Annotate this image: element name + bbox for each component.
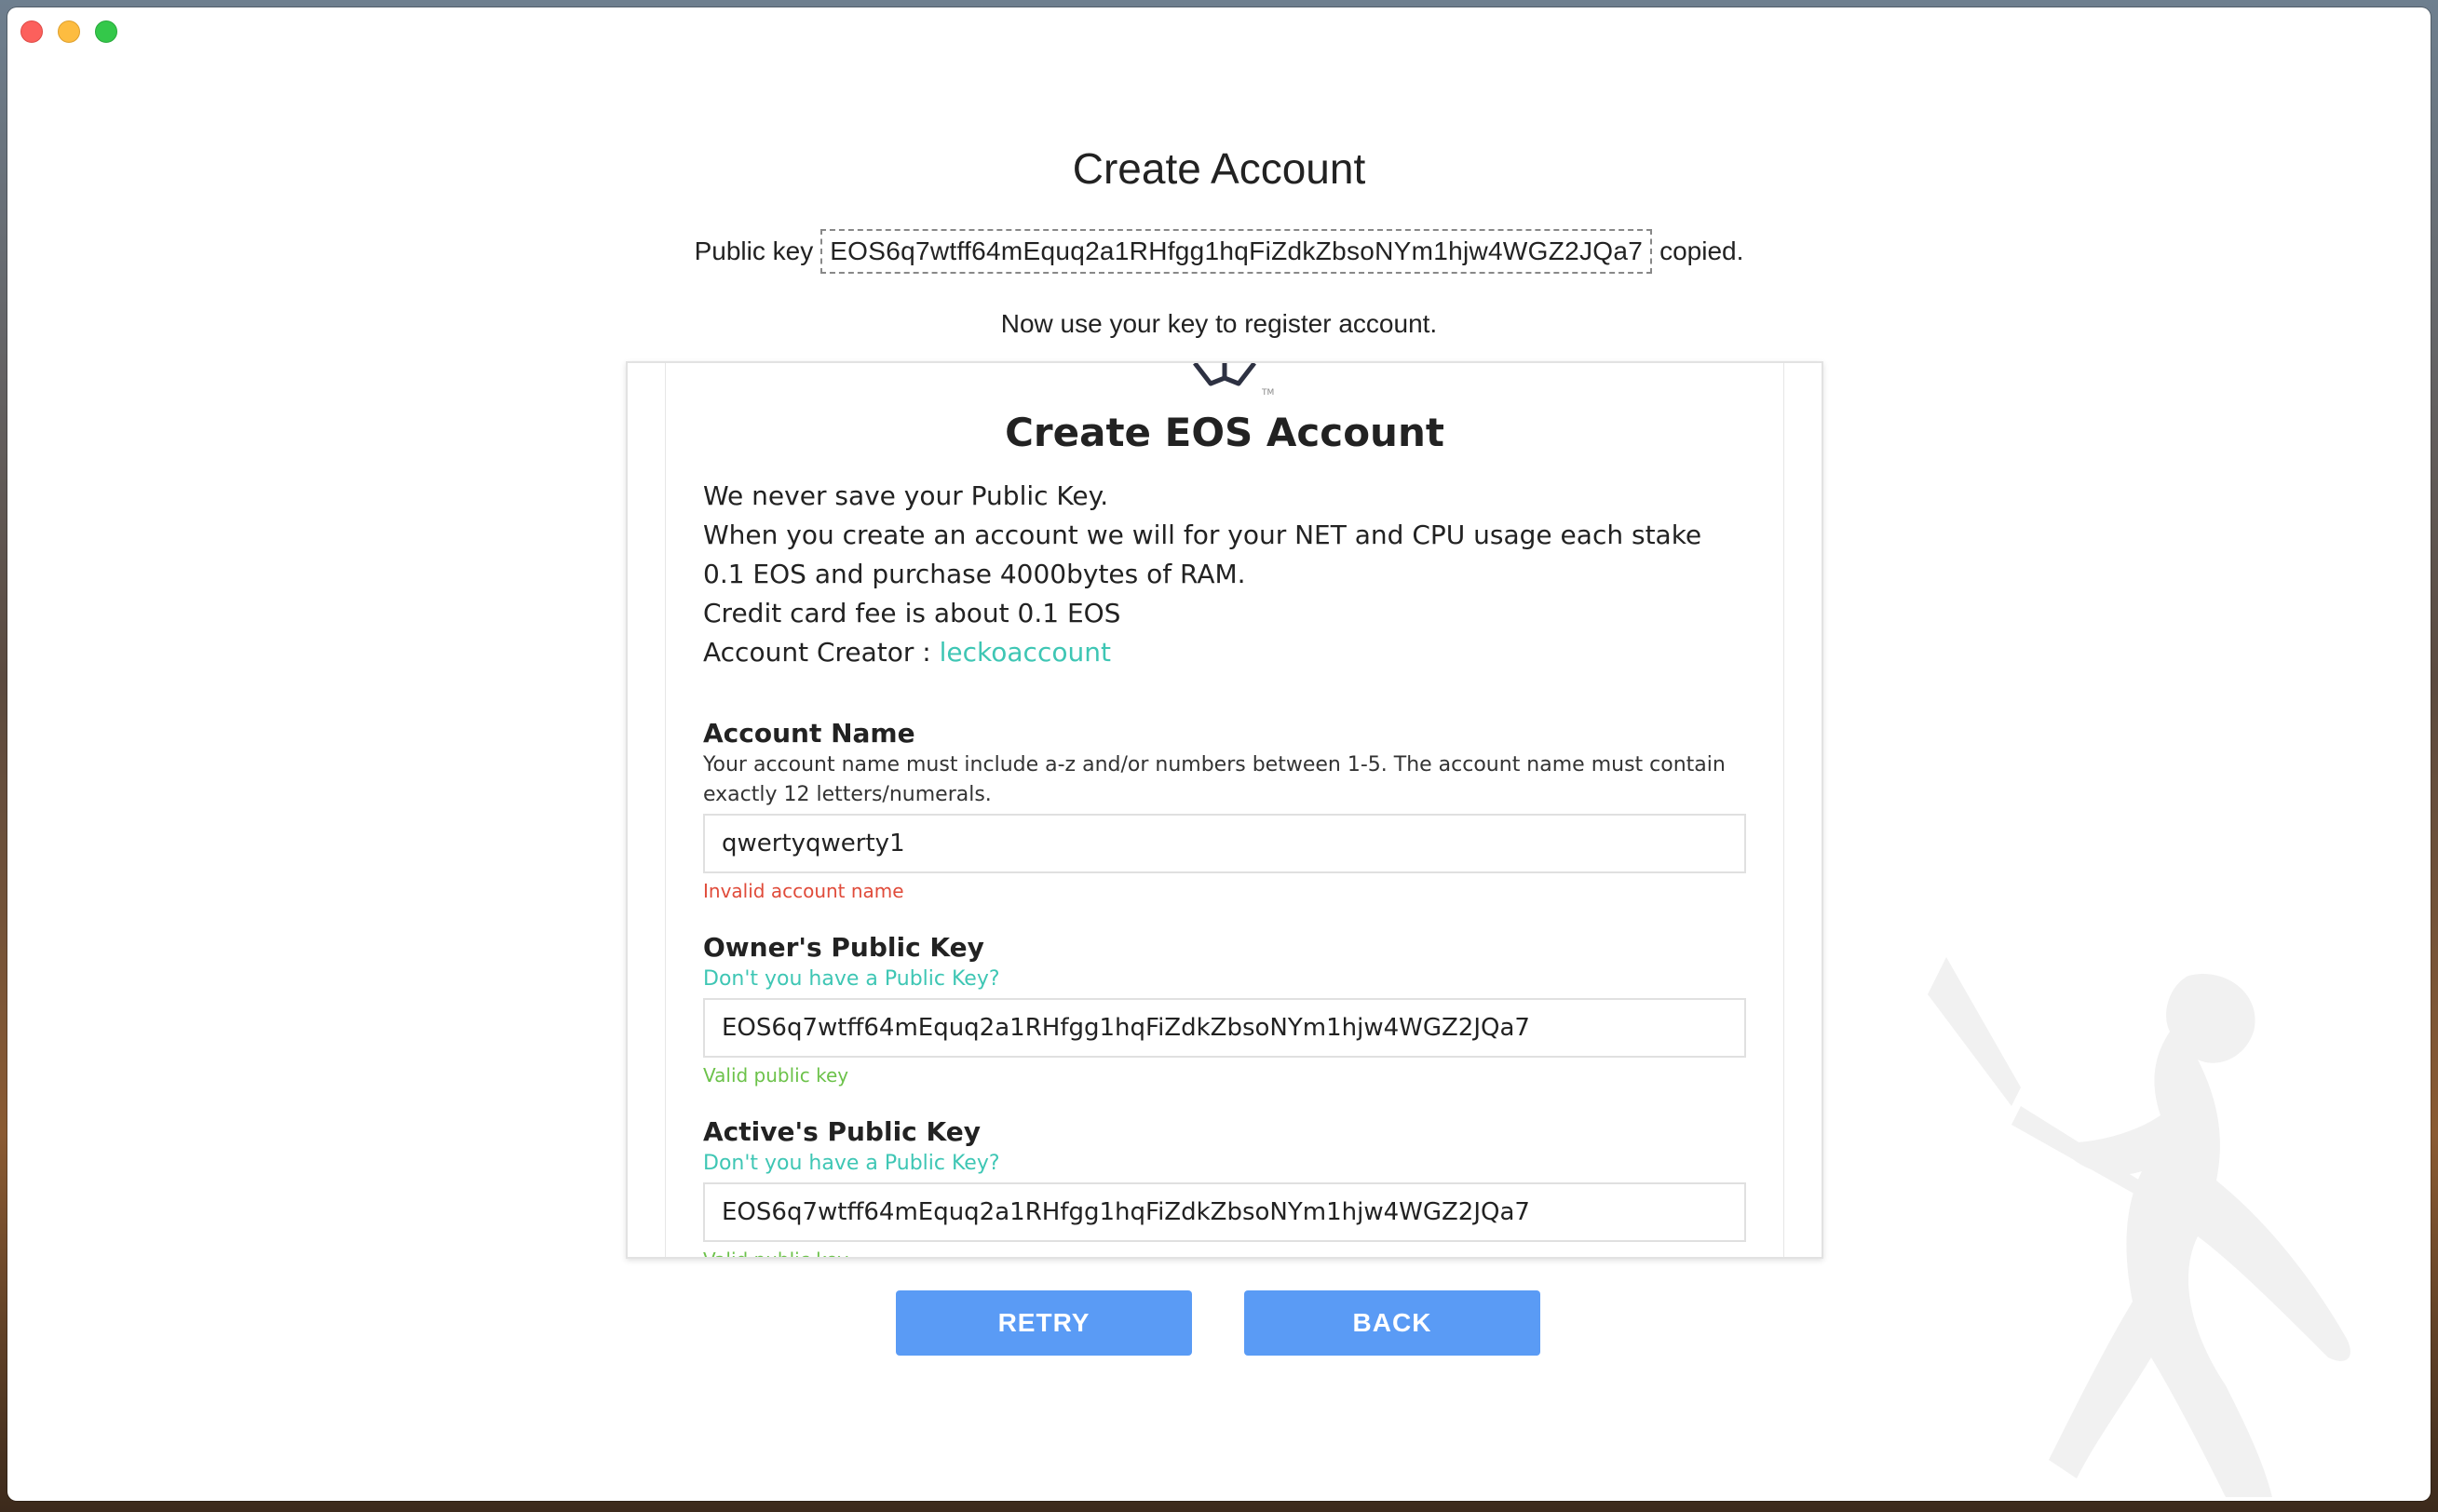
account-creator-line: Account Creator : leckoaccount (703, 633, 1746, 672)
window-controls (20, 20, 117, 43)
register-instruction: Now use your key to register account. (1000, 309, 1438, 338)
brand-logo-icon: TM (1193, 363, 1274, 397)
zoom-window-button[interactable] (95, 20, 117, 43)
active-key-valid: Valid public key (703, 1246, 1746, 1257)
svg-text:TM: TM (1261, 388, 1274, 397)
app-window: Create Account Public key EOS6q7wtff64mE… (7, 7, 2431, 1501)
active-key-group: Active's Public Key Don't you have a Pub… (703, 1115, 1746, 1257)
account-creator-link[interactable]: leckoaccount (940, 637, 1111, 668)
copied-public-key[interactable]: EOS6q7wtff64mEquq2a1RHfgg1hqFiZdkZbsoNYm… (820, 229, 1653, 274)
active-key-help-link[interactable]: Don't you have a Public Key? (703, 1149, 1746, 1179)
registration-frame[interactable]: TM Create EOS Account We never save your… (626, 361, 1823, 1259)
public-key-label: Public key (694, 236, 814, 265)
copied-suffix: copied. (1659, 236, 1744, 265)
info-line: We never save your Public Key. (703, 480, 1109, 511)
account-name-error: Invalid account name (703, 880, 904, 902)
owner-key-label: Owner's Public Key (703, 932, 984, 963)
account-creator-label: Account Creator : (703, 637, 940, 668)
page-title: Create Account (1072, 144, 1366, 193)
account-name-input[interactable] (703, 814, 1746, 873)
owner-key-help-link[interactable]: Don't you have a Public Key? (703, 965, 1746, 994)
info-line: Credit card fee is about 0.1 EOS (703, 598, 1121, 628)
account-name-help: Your account name must include a-z and/o… (703, 753, 1726, 806)
account-info: We never save your Public Key. When you … (703, 477, 1746, 672)
owner-key-input[interactable] (703, 998, 1746, 1058)
owner-key-valid: Valid public key (703, 1064, 849, 1087)
registration-card: TM Create EOS Account We never save your… (665, 363, 1784, 1257)
active-key-label: Active's Public Key (703, 1116, 981, 1147)
public-key-copied-message: Public key EOS6q7wtff64mEquq2a1RHfgg1hqF… (7, 229, 2431, 274)
active-key-input[interactable] (703, 1182, 1746, 1242)
owner-key-group: Owner's Public Key Don't you have a Publ… (703, 931, 1746, 1089)
back-button[interactable]: BACK (1244, 1290, 1540, 1356)
close-window-button[interactable] (20, 20, 43, 43)
card-title: Create EOS Account (1005, 410, 1444, 455)
fairy-watermark-icon (1928, 957, 2350, 1497)
retry-button[interactable]: RETRY (896, 1290, 1192, 1356)
minimize-window-button[interactable] (58, 20, 80, 43)
info-line: When you create an account we will for y… (703, 520, 1702, 589)
account-name-label: Account Name (703, 718, 915, 749)
account-name-group: Account Name Your account name must incl… (703, 717, 1746, 905)
